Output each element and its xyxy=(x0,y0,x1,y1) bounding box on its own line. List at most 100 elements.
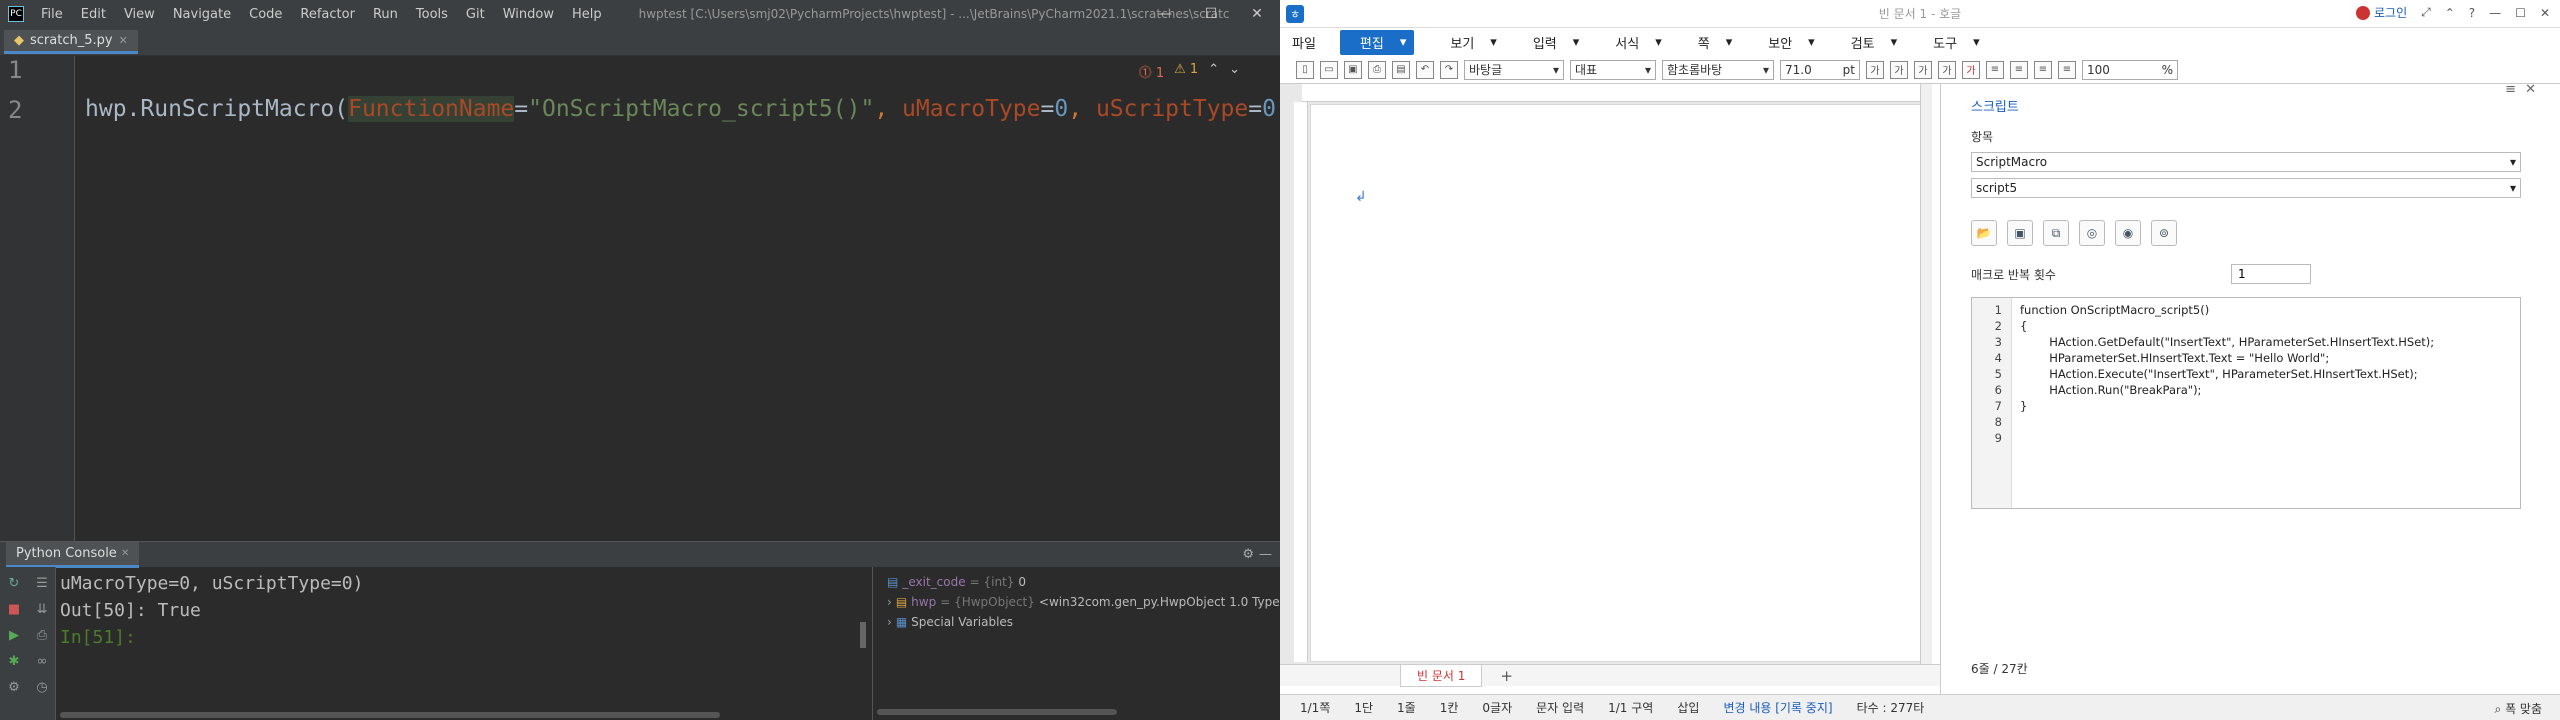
status-item[interactable]: 변경 내용 [기록 중지] xyxy=(1723,699,1832,716)
console-hscrollbar[interactable] xyxy=(60,712,720,718)
menu-file[interactable]: 파일 xyxy=(1292,33,1316,52)
run-icon[interactable]: ▶ xyxy=(4,625,24,645)
menu-format[interactable]: 서식 ▾ xyxy=(1603,33,1661,52)
run-macro-icon[interactable]: ⊚ xyxy=(2151,220,2177,246)
soft-wrap-icon[interactable]: ☰ xyxy=(32,573,52,593)
tab-close-icon[interactable]: ✕ xyxy=(119,34,128,47)
minimize-icon[interactable]: — xyxy=(2489,6,2501,20)
chevron-down-icon[interactable]: ⌄ xyxy=(1229,62,1240,81)
expand-arrow-icon[interactable]: › xyxy=(887,615,892,629)
variables-hscrollbar[interactable] xyxy=(877,709,1117,715)
settings-icon[interactable]: ⚙ xyxy=(4,677,24,697)
fullscreen-icon[interactable]: ⤢ xyxy=(2421,5,2431,20)
show-variables-icon[interactable]: ∞ xyxy=(32,651,52,671)
menu-review[interactable]: 검토 ▾ xyxy=(1839,33,1897,52)
script-select[interactable]: script5 ▾ xyxy=(1971,178,2521,198)
close-icon[interactable]: ✕ xyxy=(1234,0,1280,28)
variable-row[interactable]: › ▦ Special Variables xyxy=(873,612,1280,632)
chevron-up-icon[interactable]: ⌃ xyxy=(1208,62,1219,81)
menu-git[interactable]: Git xyxy=(466,7,485,22)
login-button[interactable]: 로그인 xyxy=(2356,4,2407,21)
scroll-to-end-icon[interactable]: ⇊ xyxy=(32,599,52,619)
debug-icon[interactable]: ✱ xyxy=(4,651,24,671)
menu-edit[interactable]: Edit xyxy=(81,7,106,22)
history-icon[interactable]: ◷ xyxy=(32,677,52,697)
menu-run[interactable]: Run xyxy=(373,7,398,22)
warning-count[interactable]: ⚠ 1 xyxy=(1174,62,1198,81)
status-item[interactable]: 1단 xyxy=(1354,699,1373,716)
font-lang-select[interactable]: 대표 ▾ xyxy=(1570,59,1656,80)
print-preview-icon[interactable]: ▤ xyxy=(1392,60,1410,79)
menu-tools[interactable]: Tools xyxy=(416,7,448,22)
variable-row[interactable]: › ▤ hwp = {HwpObject} <win32com.gen_py.Hwp… xyxy=(873,592,1313,612)
align-left-icon[interactable]: ≡ xyxy=(2010,60,2028,79)
console-vscrollbar[interactable] xyxy=(860,622,866,648)
undo-icon[interactable]: ↶ xyxy=(1416,60,1434,79)
rerun-icon[interactable]: ↻ xyxy=(4,573,24,593)
stop-icon[interactable]: ■ xyxy=(4,599,24,619)
status-item[interactable]: 1칸 xyxy=(1440,699,1459,716)
open-script-icon[interactable]: 📂 xyxy=(1971,220,1997,246)
new-document-icon[interactable]: ▯ xyxy=(1296,60,1314,79)
style-select[interactable]: 바탕글 ▾ xyxy=(1464,59,1564,80)
redo-icon[interactable]: ↷ xyxy=(1440,60,1458,79)
tab-blank-document[interactable]: 빈 문서 1 xyxy=(1400,664,1483,687)
menu-navigate[interactable]: Navigate xyxy=(173,7,231,22)
menu-refactor[interactable]: Refactor xyxy=(300,7,355,22)
print-icon[interactable]: ⎙ xyxy=(1368,60,1386,79)
add-tab-icon[interactable]: + xyxy=(1500,667,1513,685)
status-item[interactable]: 1줄 xyxy=(1397,699,1416,716)
zoom-fit-button[interactable]: ⌕ 폭 맞춤 xyxy=(2495,700,2543,717)
menu-help[interactable]: Help xyxy=(572,7,602,22)
maximize-icon[interactable]: ☐ xyxy=(2515,6,2526,20)
menu-security[interactable]: 보안 ▾ xyxy=(1756,33,1814,52)
menu-page[interactable]: 쪽 ▾ xyxy=(1686,33,1733,52)
align-right-icon[interactable]: ≡ xyxy=(2058,60,2076,79)
inspection-widget[interactable]: ⓵ 1 ⚠ 1 ⌃ ⌄ xyxy=(1139,62,1240,81)
menu-edit[interactable]: 편집 ▾ xyxy=(1339,29,1415,55)
menu-code[interactable]: Code xyxy=(249,7,282,22)
stop-macro-icon[interactable]: ◉ xyxy=(2115,220,2141,246)
font-color-icon[interactable]: 가 xyxy=(1962,60,1980,79)
document-vscrollbar[interactable] xyxy=(1920,84,1932,664)
horizontal-ruler[interactable] xyxy=(1302,84,1922,102)
menu-view[interactable]: 보기 ▾ xyxy=(1438,33,1496,52)
copy-script-icon[interactable]: ⧉ xyxy=(2043,220,2069,246)
status-item[interactable]: 1/1 구역 xyxy=(1608,699,1653,716)
menu-view[interactable]: View xyxy=(124,7,155,22)
vertical-ruler[interactable] xyxy=(1294,102,1308,662)
bold-icon[interactable]: 가 xyxy=(1866,60,1884,79)
menu-tools[interactable]: 도구 ▾ xyxy=(1921,33,1979,52)
save-icon[interactable]: ▣ xyxy=(1344,60,1362,79)
strikethrough-icon[interactable]: 가 xyxy=(1938,60,1956,79)
menu-insert[interactable]: 입력 ▾ xyxy=(1521,33,1579,52)
zoom-input[interactable]: 100% xyxy=(2082,59,2178,80)
minimize-icon[interactable]: — xyxy=(1142,0,1188,28)
save-script-icon[interactable]: ▣ xyxy=(2007,220,2033,246)
align-center-icon[interactable]: ≡ xyxy=(2034,60,2052,79)
status-item[interactable]: 타수 : 277타 xyxy=(1857,699,1925,716)
open-folder-icon[interactable]: ▭ xyxy=(1320,60,1338,79)
tab-scratch-5[interactable]: ◆ scratch_5.py ✕ xyxy=(4,30,138,54)
repeat-count-input[interactable]: 1 xyxy=(2231,264,2311,284)
macro-type-select[interactable]: ScriptMacro ▾ xyxy=(1971,152,2521,172)
maximize-icon[interactable]: ☐ xyxy=(1188,0,1234,28)
underline-icon[interactable]: 가 xyxy=(1914,60,1932,79)
code-editor[interactable]: 1 2 ⓵ 1 ⚠ 1 ⌃ ⌄ hwp.RunScriptMacro(Funct… xyxy=(0,56,1290,541)
expand-arrow-icon[interactable]: › xyxy=(887,595,892,609)
pane-close-icon[interactable]: ✕ xyxy=(2525,82,2536,97)
status-item[interactable]: 1/1쪽 xyxy=(1300,699,1330,716)
close-icon[interactable]: ✕ xyxy=(2540,6,2550,20)
minimize-panel-icon[interactable]: — xyxy=(1259,547,1272,562)
font-select[interactable]: 함초롬바탕 ▾ xyxy=(1662,59,1774,80)
print-icon[interactable]: ⎙ xyxy=(32,625,52,645)
error-count[interactable]: ⓵ 1 xyxy=(1139,62,1164,81)
menu-window[interactable]: Window xyxy=(503,7,554,22)
tab-close-icon[interactable]: ✕ xyxy=(121,548,129,559)
console-output[interactable]: uMacroType=0, uScriptType=0) Out[50]: Tru… xyxy=(60,570,363,651)
record-macro-icon[interactable]: ◎ xyxy=(2079,220,2105,246)
variable-row[interactable]: ▤ _exit_code = {int} 0 xyxy=(873,572,1280,592)
tab-python-console[interactable]: Python Console ✕ xyxy=(6,541,140,568)
italic-icon[interactable]: 가 xyxy=(1890,60,1908,79)
help-icon[interactable]: ? xyxy=(2469,6,2475,20)
